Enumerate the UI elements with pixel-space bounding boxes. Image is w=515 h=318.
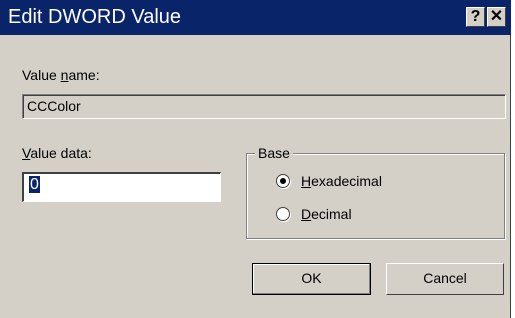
value-name-text: CCColor bbox=[27, 98, 81, 114]
value-data-text: 0 bbox=[29, 176, 40, 193]
decimal-accel: D bbox=[301, 206, 312, 222]
help-icon: ? bbox=[470, 8, 481, 25]
value-data-label-post: alue data: bbox=[30, 145, 92, 161]
radio-checked-icon[interactable] bbox=[276, 174, 290, 188]
base-legend: Base bbox=[255, 145, 293, 161]
help-button[interactable]: ? bbox=[466, 7, 485, 27]
close-button[interactable]: ✕ bbox=[487, 7, 506, 27]
hexadecimal-accel: H bbox=[301, 173, 312, 189]
value-name-label-post: ame: bbox=[68, 67, 100, 83]
hexadecimal-rest: exadecimal bbox=[311, 173, 382, 189]
decimal-label: Decimal bbox=[301, 206, 352, 222]
cancel-label: Cancel bbox=[423, 270, 467, 286]
edit-dword-dialog: Edit DWORD Value ? ✕ Value name: CCColor… bbox=[0, 0, 511, 318]
hexadecimal-radio[interactable]: Hexadecimal bbox=[276, 173, 382, 189]
decimal-rest: ecimal bbox=[311, 206, 352, 222]
value-name-label: Value name: bbox=[22, 67, 100, 83]
radio-unchecked-icon[interactable] bbox=[276, 207, 290, 221]
decimal-radio[interactable]: Decimal bbox=[276, 206, 352, 222]
base-groupbox bbox=[246, 153, 505, 239]
title-bar[interactable]: Edit DWORD Value ? ✕ bbox=[0, 0, 511, 35]
ok-button[interactable]: OK bbox=[252, 263, 371, 295]
window-title: Edit DWORD Value bbox=[8, 6, 182, 28]
close-icon: ✕ bbox=[489, 8, 504, 25]
value-data-input[interactable]: 0 bbox=[22, 172, 221, 202]
value-data-label: Value data: bbox=[22, 145, 92, 161]
cancel-button[interactable]: Cancel bbox=[386, 263, 504, 295]
value-name-label-pre: Value bbox=[22, 67, 61, 83]
value-name-field[interactable]: CCColor bbox=[22, 94, 506, 119]
hexadecimal-label: Hexadecimal bbox=[301, 173, 382, 189]
ok-label: OK bbox=[301, 270, 322, 286]
